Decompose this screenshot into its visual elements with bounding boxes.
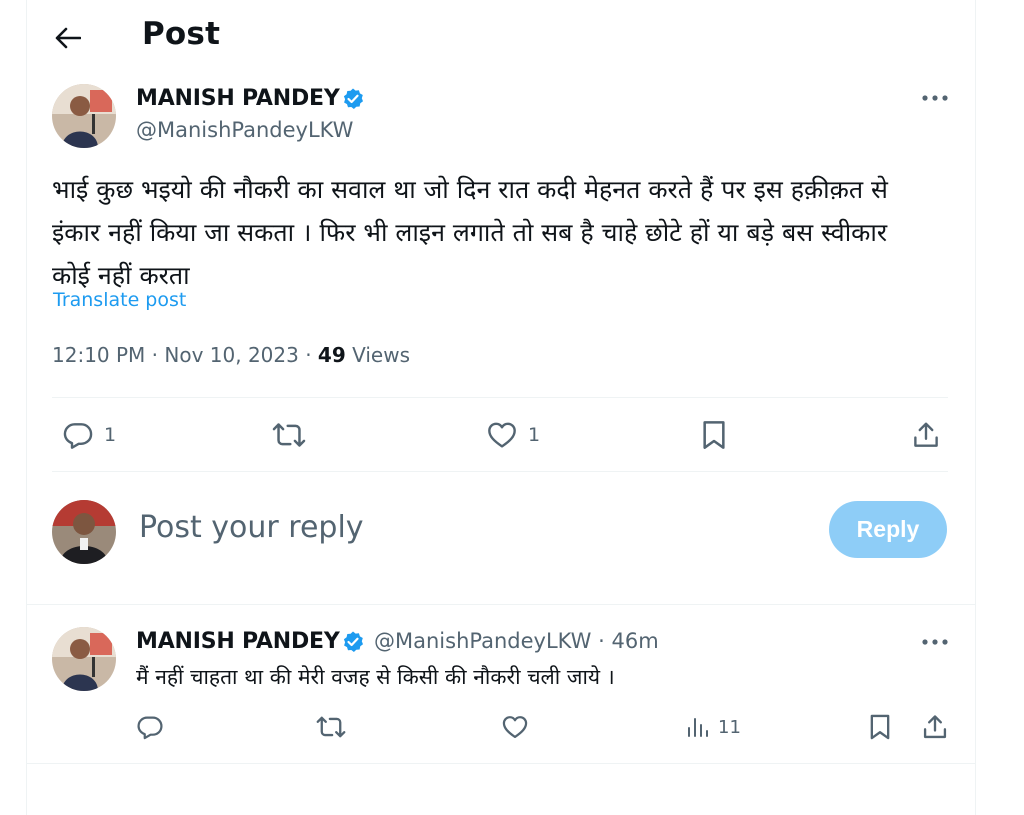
like-count: 1 — [528, 424, 541, 446]
like-action[interactable]: 1 — [486, 419, 540, 451]
reply-icon — [137, 716, 163, 740]
reply-more-button[interactable] — [920, 632, 950, 652]
author-handle[interactable]: @ManishPandeyLKW — [136, 118, 353, 142]
more-button[interactable] — [920, 88, 950, 108]
reply-reply-action[interactable] — [136, 713, 164, 741]
reply-action[interactable]: 1 — [62, 419, 116, 451]
bookmark-icon — [703, 421, 725, 449]
share-action[interactable] — [911, 419, 941, 451]
page-title: Post — [142, 16, 221, 52]
user-avatar[interactable] — [52, 500, 116, 564]
reply-views-action[interactable]: 11 — [686, 713, 741, 741]
reply-count: 1 — [104, 424, 117, 446]
post-timestamp[interactable]: 12:10 PM · Nov 10, 2023 · — [52, 343, 318, 367]
reply-share-action[interactable] — [921, 713, 949, 741]
verified-badge-icon — [343, 631, 363, 652]
post-text: भाई कुछ भइयो की नौकरी का सवाल था जो दिन … — [52, 175, 888, 290]
reply-views-count: 11 — [718, 716, 741, 738]
reply-like-action[interactable] — [501, 713, 529, 741]
like-icon — [502, 716, 528, 739]
reply-repost-action[interactable] — [316, 713, 346, 741]
reply-handle-time[interactable]: @ManishPandeyLKW · 46m — [374, 629, 659, 653]
reply-input[interactable]: Post your reply — [139, 510, 364, 545]
back-arrow-icon — [55, 27, 81, 49]
reply-text: मैं नहीं चाहता था की मेरी वजह से किसी की… — [136, 665, 615, 689]
translate-post-link[interactable]: Translate post — [53, 289, 186, 311]
divider — [26, 763, 976, 764]
views-icon — [688, 718, 708, 737]
avatar[interactable] — [52, 627, 116, 691]
more-icon — [922, 95, 948, 101]
reply-icon — [63, 423, 93, 449]
share-icon — [914, 422, 938, 447]
post-meta: 12:10 PM · Nov 10, 2023 · 49 Views — [52, 343, 410, 367]
bookmark-icon — [870, 714, 890, 740]
bookmark-action[interactable] — [700, 419, 728, 451]
author-name[interactable]: MANISH PANDEY — [136, 86, 340, 111]
like-icon — [488, 422, 516, 448]
reply-button[interactable]: Reply — [829, 501, 947, 558]
divider — [52, 397, 948, 398]
back-button[interactable] — [50, 20, 86, 56]
views-label: Views — [345, 343, 411, 367]
avatar[interactable] — [52, 84, 116, 148]
views-count: 49 — [317, 343, 346, 367]
repost-icon — [316, 716, 346, 738]
repost-icon — [272, 423, 306, 447]
more-icon — [922, 639, 948, 645]
reply-author-name[interactable]: MANISH PANDEY — [136, 629, 340, 654]
divider — [52, 471, 948, 472]
reply-bookmark-action[interactable] — [868, 713, 892, 741]
post-page: Post MANISH PANDEY @ManishPandeyLKW भाई … — [0, 0, 1024, 815]
share-icon — [923, 715, 947, 739]
divider — [26, 604, 976, 605]
verified-badge-icon — [343, 88, 363, 109]
repost-action[interactable] — [272, 419, 306, 451]
